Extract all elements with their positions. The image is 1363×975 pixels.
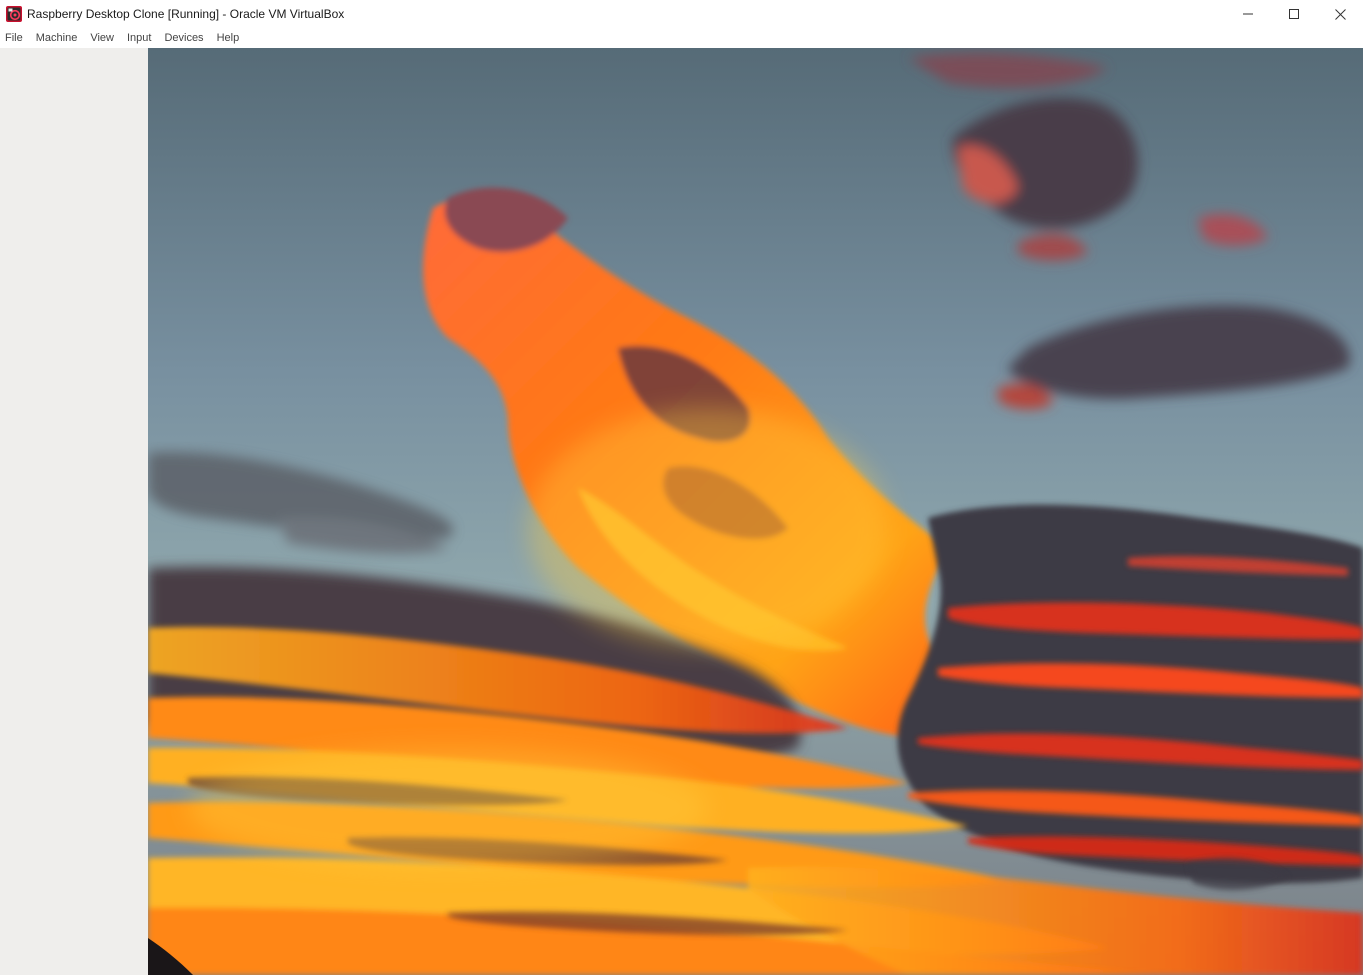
- window-controls: [1225, 0, 1363, 28]
- menu-bar: File Machine View Input Devices Help: [0, 28, 1363, 48]
- minimize-button[interactable]: [1225, 0, 1271, 28]
- menu-file[interactable]: File: [0, 28, 30, 48]
- maximize-icon: [1289, 9, 1299, 19]
- menu-devices[interactable]: Devices: [158, 28, 210, 48]
- display-gutter: [0, 48, 148, 975]
- close-button[interactable]: [1317, 0, 1363, 28]
- menu-view[interactable]: View: [84, 28, 121, 48]
- virtualbox-window: Raspberry Desktop Clone [Running] - Orac…: [0, 0, 1363, 975]
- title-bar[interactable]: Raspberry Desktop Clone [Running] - Orac…: [0, 0, 1363, 28]
- window-title: Raspberry Desktop Clone [Running] - Orac…: [27, 7, 345, 21]
- menu-input[interactable]: Input: [121, 28, 158, 48]
- sunset-sky-wallpaper: [148, 48, 1363, 975]
- menu-help[interactable]: Help: [211, 28, 247, 48]
- menu-machine[interactable]: Machine: [30, 28, 85, 48]
- close-icon: [1334, 8, 1346, 20]
- minimize-icon: [1243, 9, 1253, 19]
- guest-display[interactable]: [148, 48, 1363, 975]
- virtualbox-raspberry-icon: [6, 6, 22, 22]
- maximize-button[interactable]: [1271, 0, 1317, 28]
